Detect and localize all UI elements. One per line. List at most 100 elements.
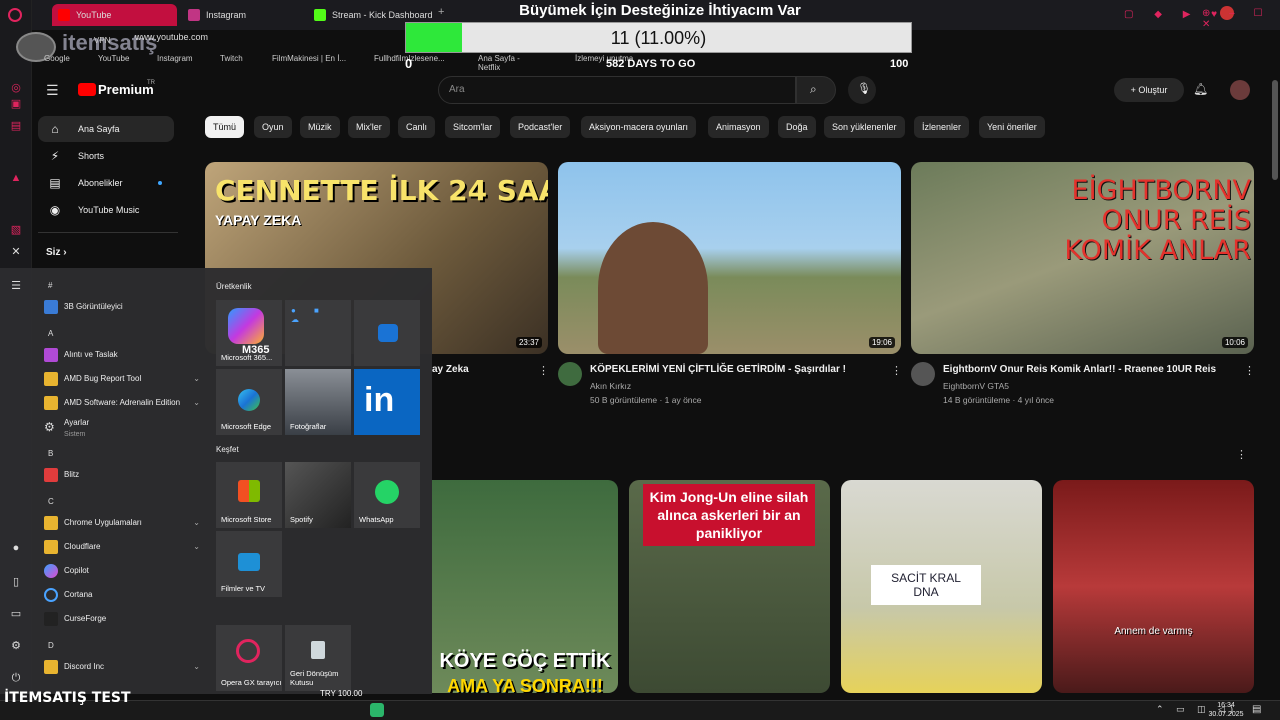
tab-youtube[interactable]: YouTube bbox=[52, 4, 177, 26]
app-item[interactable]: ⚙ Ayarlar Sistem bbox=[42, 416, 202, 438]
chip-filter[interactable]: Aksiyon-macera oyunları bbox=[581, 116, 697, 138]
more-options-icon[interactable]: ⋮ bbox=[1244, 364, 1255, 377]
notifications-bell-icon[interactable]: 🔔︎ bbox=[1193, 82, 1208, 96]
app-item[interactable]: Blitz bbox=[42, 464, 202, 486]
pictures-icon[interactable]: ▭ bbox=[8, 606, 24, 622]
youtube-premium-logo[interactable]: Premium bbox=[98, 82, 154, 97]
tile-recycle-bin[interactable]: Geri Dönüşüm Kutusu bbox=[285, 625, 351, 691]
video-title[interactable]: KÖPEKLERİMİ YENİ ÇİFTLİĞE GETİRDİM - Şaş… bbox=[590, 364, 846, 375]
more-options-icon[interactable]: ⋮ bbox=[538, 364, 549, 377]
app-item[interactable]: Copilot bbox=[42, 560, 202, 582]
channel-name[interactable]: EightbornV GTA5 bbox=[943, 381, 1009, 391]
account-avatar[interactable] bbox=[1230, 80, 1250, 100]
bookmark-item[interactable]: YouTube bbox=[98, 54, 129, 63]
notifications-icon[interactable]: ▤ bbox=[1252, 704, 1261, 715]
app-item[interactable]: CurseForge bbox=[42, 608, 202, 630]
user-avatar-icon[interactable]: ● bbox=[8, 540, 24, 556]
video-title[interactable]: ay Zeka bbox=[432, 364, 469, 375]
video-title[interactable]: EightbornV Onur Reis Komik Anlar!! - Rra… bbox=[943, 364, 1216, 375]
sidebar-shortcut-icon[interactable]: ◎ bbox=[8, 80, 24, 96]
tab-instagram[interactable]: Instagram bbox=[182, 4, 307, 26]
you-section-link[interactable]: Siz › bbox=[46, 247, 67, 258]
tile-photos[interactable]: Fotoğraflar bbox=[285, 369, 351, 435]
menu-icon[interactable]: ☰ bbox=[46, 82, 59, 99]
tile-microsoft-store[interactable]: Microsoft Store bbox=[216, 462, 282, 528]
chip-filter[interactable]: Mix'ler bbox=[348, 116, 390, 138]
clock[interactable]: 16:34 30.07.2025 bbox=[1206, 701, 1246, 719]
app-folder[interactable]: Cloudflare ⌄ bbox=[42, 536, 202, 558]
app-item[interactable]: Alıntı ve Taslak bbox=[42, 344, 202, 366]
vpn-badge[interactable]: VPN bbox=[94, 36, 110, 45]
app-group-letter[interactable]: D bbox=[48, 641, 54, 650]
power-icon[interactable]: ⏻ bbox=[8, 670, 24, 686]
address-bar[interactable]: www.youtube.com bbox=[135, 32, 208, 42]
taskbar-app-icon[interactable] bbox=[370, 703, 384, 717]
sidebar-item-home[interactable]: ⌂ Ana Sayfa bbox=[38, 116, 174, 142]
app-group-letter[interactable]: B bbox=[48, 449, 53, 458]
bookmark-item[interactable]: FilmMakinesi | En İ... bbox=[272, 54, 346, 63]
x-icon[interactable]: ✕ bbox=[8, 244, 24, 260]
app-group-letter[interactable]: C bbox=[48, 497, 54, 506]
bookmark-item[interactable]: Google bbox=[44, 54, 70, 63]
tile-outlook[interactable] bbox=[354, 300, 420, 366]
app-group-letter[interactable]: A bbox=[48, 329, 53, 338]
page-scrollbar[interactable] bbox=[1272, 80, 1278, 180]
sidebar-shortcut-icon[interactable]: ▲ bbox=[8, 170, 24, 186]
tile-opera-gx[interactable]: Opera GX tarayıcı bbox=[216, 625, 282, 691]
short-thumbnail[interactable]: Annem de varmış bbox=[1053, 480, 1254, 693]
chip-filter[interactable]: İzlenenler bbox=[914, 116, 970, 138]
window-controls[interactable]: ⊕ – ☐ ✕ bbox=[1202, 8, 1280, 30]
app-group-letter[interactable]: # bbox=[48, 281, 52, 290]
search-button[interactable]: ⌕ bbox=[796, 76, 836, 104]
documents-icon[interactable]: ▯ bbox=[8, 574, 24, 590]
search-input[interactable]: Ara bbox=[438, 76, 796, 104]
voice-search-button[interactable]: 🎙 bbox=[848, 76, 876, 104]
chip-filter[interactable]: Son yüklenenler bbox=[824, 116, 905, 138]
tile-office-group[interactable]: ● ■ ☁ bbox=[285, 300, 351, 366]
short-thumbnail[interactable]: KÖYE GÖÇ ETTİK AMA YA SONRA!!! bbox=[432, 480, 618, 693]
chip-filter[interactable]: Oyun bbox=[254, 116, 292, 138]
tile-linkedin[interactable]: in bbox=[354, 369, 420, 435]
twitch-icon[interactable]: ▧ bbox=[8, 222, 24, 238]
bookmark-item[interactable]: Twitch bbox=[220, 54, 243, 63]
more-options-icon[interactable]: ⋮ bbox=[1236, 448, 1247, 461]
chip-filter[interactable]: Yeni öneriler bbox=[979, 116, 1045, 138]
video-thumbnail[interactable]: 19:06 bbox=[558, 162, 901, 354]
bookmark-item[interactable]: Ana Sayfa - Netflix bbox=[478, 54, 532, 72]
app-item[interactable]: 3B Görüntüleyici bbox=[42, 296, 202, 318]
settings-icon[interactable]: ⚙ bbox=[8, 638, 24, 654]
tile-microsoft-edge[interactable]: Microsoft Edge bbox=[216, 369, 282, 435]
app-folder[interactable]: Discord Inc ⌄ bbox=[42, 656, 202, 678]
video-thumbnail[interactable]: EİGHTBORNV ONUR REİS KOMİK ANLAR 10:06 bbox=[911, 162, 1254, 354]
bookmark-item[interactable]: Instagram bbox=[157, 54, 193, 63]
sidebar-shortcut-icon[interactable]: ▤ bbox=[8, 118, 24, 134]
channel-avatar[interactable] bbox=[911, 362, 935, 386]
channel-avatar[interactable] bbox=[558, 362, 582, 386]
sidebar-item-youtube-music[interactable]: ◉ YouTube Music bbox=[38, 197, 174, 223]
app-folder[interactable]: Chrome Uygulamaları ⌄ bbox=[42, 512, 202, 534]
sidebar-item-shorts[interactable]: ⚡︎ Shorts bbox=[38, 143, 174, 169]
sidebar-shortcut-icon[interactable]: ▣ bbox=[8, 96, 24, 112]
short-thumbnail[interactable]: Kim Jong-Un eline silah alınca askerleri… bbox=[629, 480, 830, 693]
chip-filter[interactable]: Doğa bbox=[778, 116, 816, 138]
short-thumbnail[interactable]: SACİT KRAL DNA bbox=[841, 480, 1042, 693]
create-button[interactable]: + Oluştur bbox=[1114, 78, 1184, 102]
chip-filter[interactable]: Müzik bbox=[300, 116, 340, 138]
tile-movies-tv[interactable]: Filmler ve TV bbox=[216, 531, 282, 597]
tile-spotify[interactable]: Spotify bbox=[285, 462, 351, 528]
sidebar-item-subscriptions[interactable]: ▤ Abonelikler bbox=[38, 170, 174, 196]
youtube-logo-icon[interactable] bbox=[78, 83, 96, 96]
chip-filter[interactable]: Podcast'ler bbox=[510, 116, 571, 138]
tile-whatsapp[interactable]: WhatsApp bbox=[354, 462, 420, 528]
tile-microsoft-365[interactable]: M365 Microsoft 365... bbox=[216, 300, 282, 366]
chip-filter[interactable]: Animasyon bbox=[708, 116, 769, 138]
chip-filter[interactable]: Sitcom'lar bbox=[445, 116, 501, 138]
app-item[interactable]: Cortana bbox=[42, 584, 202, 606]
chip-filter[interactable]: Tümü bbox=[205, 116, 245, 138]
app-folder[interactable]: AMD Software: Adrenalin Edition ⌄ bbox=[42, 392, 202, 414]
channel-name[interactable]: Akın Kırkız bbox=[590, 381, 631, 391]
more-options-icon[interactable]: ⋮ bbox=[891, 364, 902, 377]
app-folder[interactable]: AMD Bug Report Tool ⌄ bbox=[42, 368, 202, 390]
expand-menu-icon[interactable]: ☰ bbox=[8, 278, 24, 294]
chip-filter[interactable]: Canlı bbox=[398, 116, 436, 138]
